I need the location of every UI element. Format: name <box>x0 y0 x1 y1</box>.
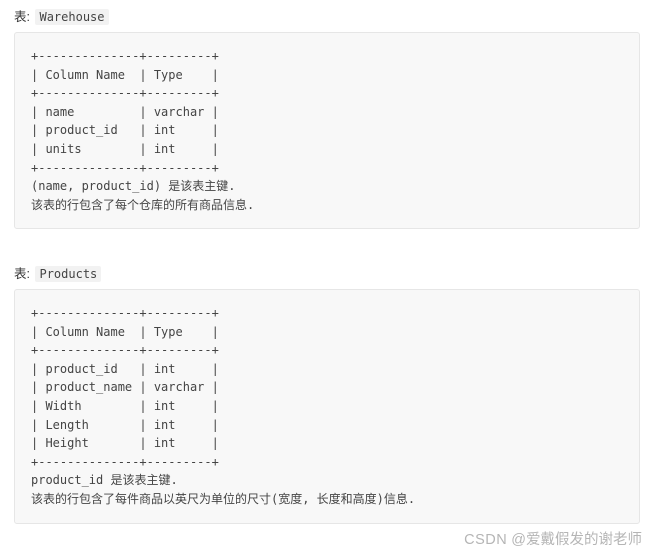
watermark-author: @爱戴假发的谢老师 <box>511 532 642 548</box>
watermark: CSDN @爱戴假发的谢老师 <box>464 528 642 549</box>
table-label-warehouse: 表: Warehouse <box>0 8 654 26</box>
note-warehouse-primary-key: (name, product_id) 是该表主键. <box>31 179 236 194</box>
ascii-table-warehouse: +--------------+---------+ | Column Name… <box>31 49 219 175</box>
section-products: 表: Products +--------------+---------+ |… <box>0 265 654 524</box>
ascii-table-products: +--------------+---------+ | Column Name… <box>31 306 219 469</box>
note-products-description: 该表的行包含了每件商品以英尺为单位的尺寸(宽度, 长度和高度)信息. <box>31 491 416 506</box>
table-label-products: 表: Products <box>0 265 654 283</box>
section-warehouse: 表: Warehouse +--------------+---------+ … <box>0 8 654 230</box>
code-block-products: +--------------+---------+ | Column Name… <box>14 289 640 524</box>
table-name-chip: Warehouse <box>35 9 109 25</box>
table-name-chip: Products <box>35 266 102 282</box>
code-block-warehouse: +--------------+---------+ | Column Name… <box>14 32 640 230</box>
document-page: 表: Warehouse +--------------+---------+ … <box>0 0 654 557</box>
note-products-primary-key: product_id 是该表主键. <box>31 473 178 488</box>
table-label-prefix: 表: <box>14 10 30 24</box>
watermark-brand: CSDN <box>464 532 508 548</box>
table-label-prefix: 表: <box>14 267 30 281</box>
note-warehouse-description: 该表的行包含了每个仓库的所有商品信息. <box>31 197 255 212</box>
